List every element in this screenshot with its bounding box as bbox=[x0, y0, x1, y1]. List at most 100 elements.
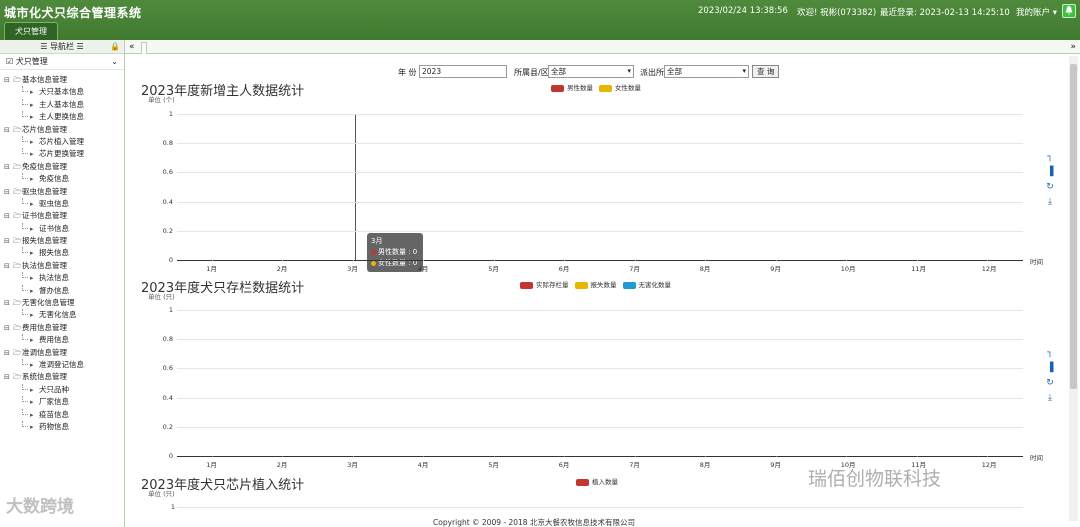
series-point bbox=[916, 259, 918, 261]
tree-item[interactable]: ▸ 主人基本信息 bbox=[0, 98, 124, 111]
tree-item[interactable]: ▸ 准调登记信息 bbox=[0, 358, 124, 371]
tree-item[interactable]: ▸ 疫苗信息 bbox=[0, 408, 124, 421]
collapse-icon[interactable]: ⊟ bbox=[4, 322, 13, 334]
collapse-icon[interactable]: ⊟ bbox=[4, 210, 13, 222]
tree-item[interactable]: ▸ 督办信息 bbox=[0, 284, 124, 297]
content-scrollbar[interactable] bbox=[1069, 56, 1078, 521]
district-select[interactable]: 全部 ▾ bbox=[548, 65, 634, 78]
tree-item[interactable]: ▸ 芯片更换管理 bbox=[0, 148, 124, 160]
gridline bbox=[177, 201, 1023, 203]
double-chevron-right-icon[interactable]: » bbox=[1070, 40, 1076, 54]
query-button[interactable]: 查 询 bbox=[752, 65, 780, 78]
legend-item[interactable]: 无害化数量 bbox=[622, 279, 671, 289]
download-icon[interactable]: ⤓ bbox=[1045, 195, 1055, 210]
district-value: 全部 bbox=[551, 67, 566, 76]
tree-item[interactable]: ▸ 犬只基本信息 bbox=[0, 86, 124, 98]
tree-connector bbox=[22, 222, 28, 229]
tree-item[interactable]: ▸ 厂家信息 bbox=[0, 396, 124, 408]
tree-group[interactable]: ⊟ 🗁执法信息管理 bbox=[0, 260, 124, 272]
tree-item[interactable]: ▸ 主人更换信息 bbox=[0, 111, 124, 123]
tree-group[interactable]: ⊟ 🗁基本信息管理 bbox=[0, 74, 124, 86]
gridline bbox=[177, 426, 1023, 428]
bar-chart-icon[interactable]: ▐ bbox=[1045, 165, 1055, 180]
caret-right-icon: ▸ bbox=[30, 137, 34, 146]
refresh-icon[interactable]: ↻ bbox=[1045, 376, 1055, 391]
legend-label: 实际存栏量 bbox=[536, 281, 569, 289]
tree-group[interactable]: ⊟ 🗁无害化信息管理 bbox=[0, 297, 124, 309]
folder-open-icon: 🗁 bbox=[13, 162, 22, 171]
legend-item[interactable]: 实际存栏量 bbox=[520, 279, 569, 289]
lock-icon[interactable]: 🔒 bbox=[110, 40, 120, 54]
tree-group[interactable]: ⊟ 🗁准调信息管理 bbox=[0, 347, 124, 359]
collapse-icon[interactable]: ⊟ bbox=[4, 124, 13, 136]
collapse-icon[interactable]: ⊟ bbox=[4, 235, 13, 247]
tree-item[interactable]: ▸ 芯片植入管理 bbox=[0, 135, 124, 148]
tree-group-label: 证书信息管理 bbox=[22, 211, 67, 221]
tree-item-label: 芯片更换管理 bbox=[39, 149, 84, 159]
tab-dog-management[interactable]: 犬只管理 bbox=[4, 22, 58, 40]
content-tab[interactable] bbox=[141, 42, 147, 54]
gridline bbox=[177, 397, 1023, 399]
gridline bbox=[177, 368, 1023, 370]
my-account-menu[interactable]: 我的账户 ▾ bbox=[1016, 6, 1057, 18]
tree-group[interactable]: ⊟ 🗁费用信息管理 bbox=[0, 322, 124, 334]
caret-right-icon: ▸ bbox=[30, 422, 34, 431]
tab-label: 犬只管理 bbox=[15, 27, 47, 36]
tree-item[interactable]: ▸ 犬只品种 bbox=[0, 383, 124, 396]
line-chart-icon[interactable]: ┐ bbox=[1045, 150, 1055, 165]
bar-chart-icon[interactable]: ▐ bbox=[1045, 361, 1055, 376]
series-point bbox=[282, 455, 284, 457]
tree-item[interactable]: ▸ 费用信息 bbox=[0, 334, 124, 346]
tree-group[interactable]: ⊟ 🗁报失信息管理 bbox=[0, 235, 124, 247]
scrollbar-thumb[interactable] bbox=[1070, 64, 1077, 389]
folder-open-icon: 🗁 bbox=[13, 261, 22, 270]
gridline bbox=[177, 310, 1023, 311]
legend-item[interactable]: 报失数量 bbox=[574, 279, 617, 289]
tree-group[interactable]: ⊟ 🗁免疫信息管理 bbox=[0, 161, 124, 173]
collapse-icon[interactable]: ⊟ bbox=[4, 297, 13, 309]
x-tick-label: 4月 bbox=[417, 265, 429, 273]
collapse-icon[interactable]: ⊟ bbox=[4, 371, 13, 383]
caret-right-icon: ▸ bbox=[30, 336, 34, 345]
module-select[interactable]: ☑ 犬只管理 ⌄ bbox=[0, 54, 124, 70]
tree-item[interactable]: ▸ 报失信息 bbox=[0, 247, 124, 259]
collapse-icon[interactable]: ⊟ bbox=[4, 74, 13, 86]
series-point bbox=[352, 455, 354, 457]
collapse-icon[interactable]: ⊟ bbox=[4, 161, 13, 173]
station-select[interactable]: 全部 ▾ bbox=[664, 65, 749, 78]
line-chart-icon[interactable]: ┐ bbox=[1045, 346, 1055, 361]
legend-item[interactable]: 男性数量 bbox=[551, 82, 593, 92]
year-input[interactable]: 2023 bbox=[419, 65, 507, 78]
x-tick-label: 9月 bbox=[770, 461, 781, 469]
legend-item[interactable]: 植入数量 bbox=[576, 476, 618, 486]
folder-open-icon: 🗁 bbox=[13, 187, 22, 196]
bell-icon[interactable] bbox=[1062, 4, 1076, 18]
tree-group[interactable]: ⊟ 🗁证书信息管理 bbox=[0, 210, 124, 222]
tree-group[interactable]: ⊟ 🗁系统信息管理 bbox=[0, 371, 124, 383]
module-label: 犬只管理 bbox=[15, 57, 48, 66]
tree-connector bbox=[22, 98, 28, 105]
tree-group-label: 报失信息管理 bbox=[22, 236, 67, 246]
tree-item[interactable]: ▸ 免疫信息 bbox=[0, 173, 124, 185]
collapse-icon[interactable]: ⊟ bbox=[4, 186, 13, 198]
legend-item[interactable]: 女性数量 bbox=[599, 82, 641, 92]
refresh-icon[interactable]: ↻ bbox=[1045, 180, 1055, 195]
collapse-icon[interactable]: ⊟ bbox=[4, 347, 13, 359]
gridline bbox=[177, 230, 1023, 232]
tree-item[interactable]: ▸ 执法信息 bbox=[0, 272, 124, 284]
tree-item[interactable]: ▸ 无害化信息 bbox=[0, 309, 124, 321]
legend-swatch bbox=[599, 84, 612, 92]
tree-item[interactable]: ▸ 药物信息 bbox=[0, 420, 124, 433]
tree-group[interactable]: ⊟ 🗁驱虫信息管理 bbox=[0, 186, 124, 198]
double-chevron-left-icon[interactable]: « bbox=[129, 40, 135, 54]
caret-right-icon: ▸ bbox=[30, 410, 34, 419]
collapse-icon[interactable]: ⊟ bbox=[4, 260, 13, 272]
download-icon[interactable]: ⤓ bbox=[1045, 391, 1055, 406]
tree-item[interactable]: ▸ 证书信息 bbox=[0, 222, 124, 235]
series-point bbox=[634, 259, 636, 261]
tree-group[interactable]: ⊟ 🗁芯片信息管理 bbox=[0, 124, 124, 136]
folder-open-icon: 🗁 bbox=[13, 76, 22, 84]
tree-connector bbox=[22, 334, 28, 341]
last-login: 最近登录: 2023-02-13 14:25:10 bbox=[880, 8, 1010, 18]
tree-item[interactable]: ▸ 驱虫信息 bbox=[0, 197, 124, 210]
